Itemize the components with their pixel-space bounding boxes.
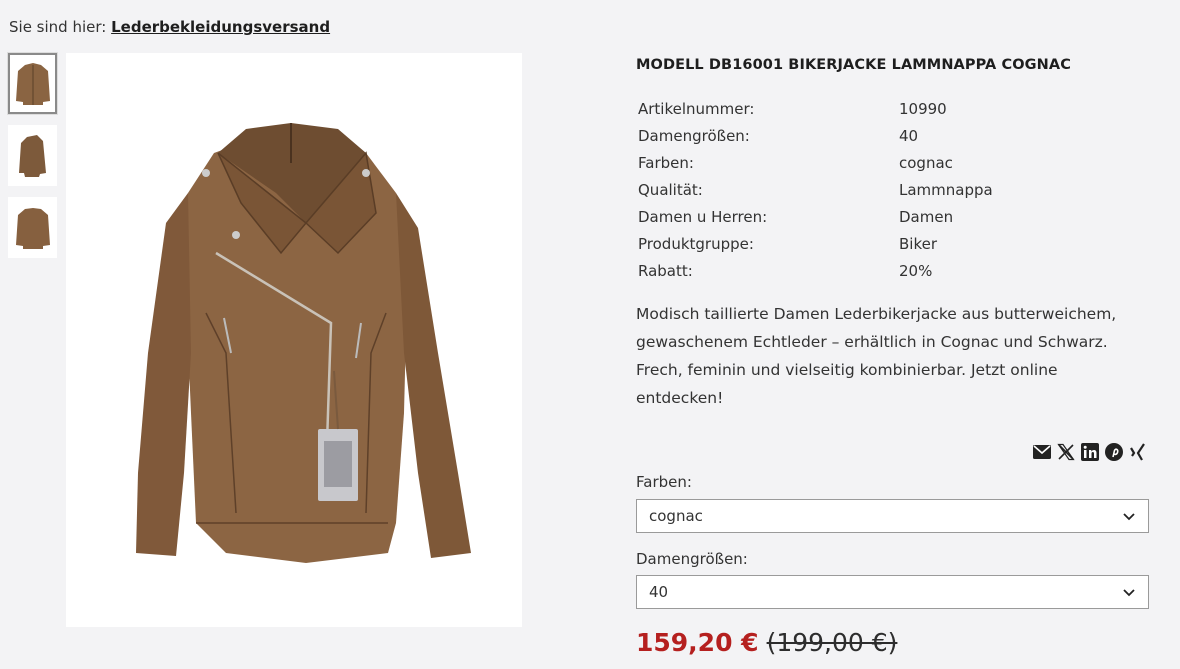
thumbnail-2[interactable]	[8, 125, 57, 186]
product-description: Modisch taillierte Damen Lederbikerjacke…	[636, 305, 1117, 407]
chevron-down-icon	[1123, 589, 1135, 597]
spec-label: Artikelnummer:	[638, 99, 755, 118]
spec-label: Rabatt:	[638, 261, 693, 280]
product-main-image[interactable]	[66, 53, 522, 627]
mail-icon[interactable]	[1032, 442, 1052, 462]
spec-value: Lammnappa	[899, 180, 993, 199]
price: 159,20 € (199,00 €)	[636, 628, 897, 657]
size-select[interactable]: 40	[636, 575, 1149, 609]
color-select-value: cognac	[649, 507, 703, 525]
spec-value: 10990	[899, 99, 947, 118]
spec-row: Damen u Herren: Damen	[638, 203, 1038, 230]
leather-jacket-image	[136, 123, 471, 563]
product-title: MODELL DB16001 BIKERJACKE LAMMNAPPA COGN…	[636, 57, 1071, 73]
spec-value: Biker	[899, 234, 938, 253]
spec-row: Farben: cognac	[638, 149, 1038, 176]
spec-label: Produktgruppe:	[638, 234, 754, 253]
spec-row: Damengrößen: 40	[638, 122, 1038, 149]
size-select-label: Damengrößen:	[636, 550, 748, 568]
jacket-back-thumbnail-image	[15, 207, 50, 249]
current-price: 159,20 €	[636, 628, 759, 657]
spec-row: Qualität: Lammnappa	[638, 176, 1038, 203]
spec-table: Artikelnummer: 10990 Damengrößen: 40 Far…	[638, 95, 1038, 284]
size-select-value: 40	[649, 583, 669, 601]
spec-row: Artikelnummer: 10990	[638, 95, 1038, 122]
thumbnail-list	[8, 53, 57, 269]
spec-row: Produktgruppe: Biker	[638, 230, 1038, 257]
spec-label: Damengrößen:	[638, 126, 750, 145]
chevron-down-icon	[1123, 513, 1135, 521]
x-icon[interactable]	[1056, 442, 1076, 462]
breadcrumb-link[interactable]: Lederbekleidungsversand	[111, 18, 330, 36]
spec-value: Damen	[899, 207, 954, 226]
spec-label: Farben:	[638, 153, 694, 172]
spec-value: cognac	[899, 153, 953, 172]
share-bar	[1032, 442, 1148, 462]
jacket-thumbnail-image	[15, 62, 50, 105]
thumbnail-3[interactable]	[8, 197, 57, 258]
spec-row: Rabatt: 20%	[638, 257, 1038, 284]
color-select-label: Farben:	[636, 473, 692, 491]
spec-label: Damen u Herren:	[638, 207, 768, 226]
pinterest-icon[interactable]	[1104, 442, 1124, 462]
xing-icon[interactable]	[1128, 442, 1148, 462]
spec-value: 40	[899, 126, 919, 145]
spec-label: Qualität:	[638, 180, 703, 199]
original-price: (199,00 €)	[766, 628, 898, 657]
spec-value: 20%	[899, 261, 933, 280]
breadcrumb-prefix: Sie sind hier:	[9, 18, 107, 36]
thumbnail-1[interactable]	[8, 53, 57, 114]
breadcrumb: Sie sind hier: Lederbekleidungsversand	[9, 18, 330, 36]
linkedin-icon[interactable]	[1080, 442, 1100, 462]
color-select[interactable]: cognac	[636, 499, 1149, 533]
jacket-side-thumbnail-image	[18, 134, 46, 177]
